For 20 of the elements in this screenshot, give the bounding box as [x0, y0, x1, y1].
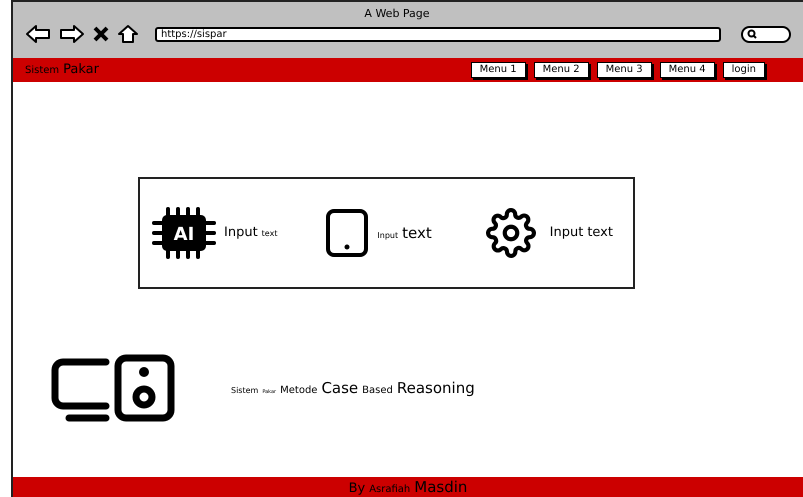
feature-label: Input text: [377, 222, 432, 244]
menu-button[interactable]: Menu 2: [534, 62, 589, 78]
computer-speaker-icon: [51, 354, 175, 422]
feature-label: Input text: [550, 224, 613, 242]
tablet-icon: [325, 208, 370, 258]
close-icon: [93, 26, 109, 42]
brand-text: Sistem Pakar: [25, 61, 99, 80]
menu-button[interactable]: Menu 1: [470, 62, 526, 78]
menu-button[interactable]: login: [722, 62, 765, 78]
forward-arrow-icon: [59, 24, 85, 44]
back-arrow-icon: [25, 24, 51, 44]
window-title: A Web Page: [363, 6, 431, 20]
footer-text: By Asrafiah Masdin: [348, 476, 468, 497]
search-icon: [747, 29, 757, 39]
address-field[interactable]: https://sispar: [155, 26, 721, 42]
search-field[interactable]: [741, 26, 791, 42]
menu-button[interactable]: Menu 3: [596, 62, 652, 78]
menu-button[interactable]: Menu 4: [660, 62, 715, 78]
feature-label: Input text: [224, 224, 278, 242]
home-icon: [117, 24, 139, 44]
